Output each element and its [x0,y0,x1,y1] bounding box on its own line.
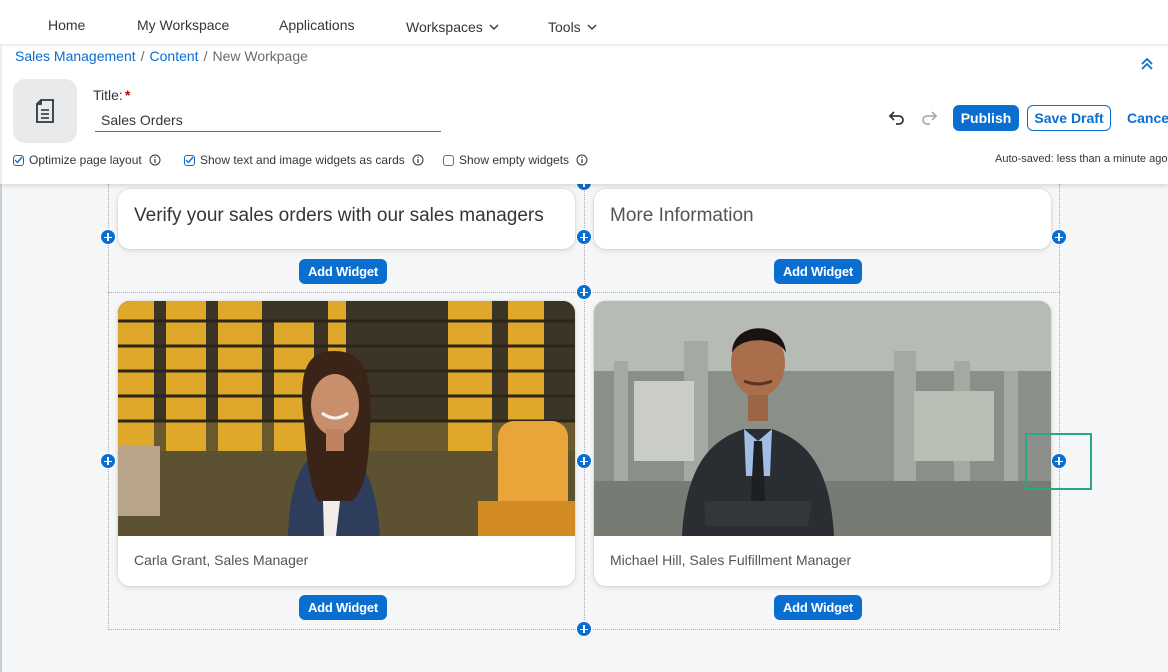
add-column-plus-icon[interactable] [1051,229,1067,245]
left-edge-bar [0,184,2,672]
grid-line [108,184,109,630]
add-section-plus-icon[interactable] [576,621,592,637]
text-widget-content: More Information [610,205,754,226]
add-column-plus-icon[interactable] [576,453,592,469]
page-header: Sales Management / Content / New Workpage Ti… [2,44,1168,184]
title-input[interactable] [95,108,441,132]
chevron-down-icon [587,0,597,50]
grid-line [584,184,585,630]
add-column-plus-icon[interactable] [100,453,116,469]
checkbox-checked-icon [184,154,195,166]
info-icon[interactable] [576,154,588,166]
optimize-layout-checkbox[interactable]: Optimize page layout [13,152,161,168]
image-widget-card[interactable]: Michael Hill, Sales Fulfillment Manager [594,301,1051,586]
breadcrumb-separator: / [203,48,208,64]
breadcrumb-current-page: New Workpage [212,48,308,64]
breadcrumb-sales-management[interactable]: Sales Management [15,48,136,64]
add-column-plus-icon[interactable] [576,229,592,245]
document-icon [36,99,54,123]
checkbox-unchecked-icon [443,154,454,166]
empty-widgets-checkbox[interactable]: Show empty widgets [443,152,588,168]
photo-caption: Michael Hill, Sales Fulfillment Manager [610,552,852,568]
chevron-down-icon [489,0,499,50]
autosave-status: Auto-saved: less than a minute ago [995,153,1168,165]
empty-widgets-label: Show empty widgets [459,153,570,167]
title-label: Title: * [93,87,131,103]
undo-icon[interactable] [887,108,907,128]
top-navigation-bar: Home My Workspace Applications Workspace… [0,0,1168,44]
add-widget-button[interactable]: Add Widget [774,595,862,620]
cancel-button[interactable]: Cancel [1127,105,1168,131]
breadcrumb-content[interactable]: Content [150,48,199,64]
info-icon[interactable] [412,154,424,166]
text-widget-card[interactable]: Verify your sales orders with our sales … [118,189,575,249]
nav-my-workspace[interactable]: My Workspace [137,0,229,44]
collapse-header-icon[interactable] [1139,56,1155,72]
sales-manager-photo [118,301,575,536]
nav-tools[interactable]: Tools [548,0,597,44]
add-widget-button[interactable]: Add Widget [299,595,387,620]
add-widget-button[interactable]: Add Widget [774,259,862,284]
grid-line [1059,184,1060,630]
text-widget-card[interactable]: More Information [594,189,1051,249]
add-section-plus-icon[interactable] [576,284,592,300]
page-icon [13,79,77,143]
add-column-plus-icon[interactable] [1051,453,1067,469]
add-widget-button[interactable]: Add Widget [299,259,387,284]
add-column-plus-icon[interactable] [100,229,116,245]
required-indicator: * [124,87,131,103]
save-draft-button[interactable]: Save Draft [1027,105,1111,131]
optimize-layout-label: Optimize page layout [29,153,142,167]
breadcrumb: Sales Management / Content / New Workpage [15,48,308,64]
text-image-cards-label: Show text and image widgets as cards [200,153,405,167]
breadcrumb-separator: / [140,48,145,64]
text-widget-content: Verify your sales orders with our sales … [134,205,544,226]
info-icon[interactable] [149,154,161,166]
image-widget-card[interactable]: Carla Grant, Sales Manager [118,301,575,586]
photo-caption: Carla Grant, Sales Manager [134,552,309,568]
redo-icon[interactable] [919,108,939,128]
text-image-cards-checkbox[interactable]: Show text and image widgets as cards [184,152,424,168]
nav-workspaces[interactable]: Workspaces [406,0,499,44]
checkbox-checked-icon [13,154,24,166]
publish-button[interactable]: Publish [953,105,1019,131]
nav-home[interactable]: Home [48,0,85,44]
nav-applications[interactable]: Applications [279,0,355,44]
fulfillment-manager-photo [594,301,1051,536]
